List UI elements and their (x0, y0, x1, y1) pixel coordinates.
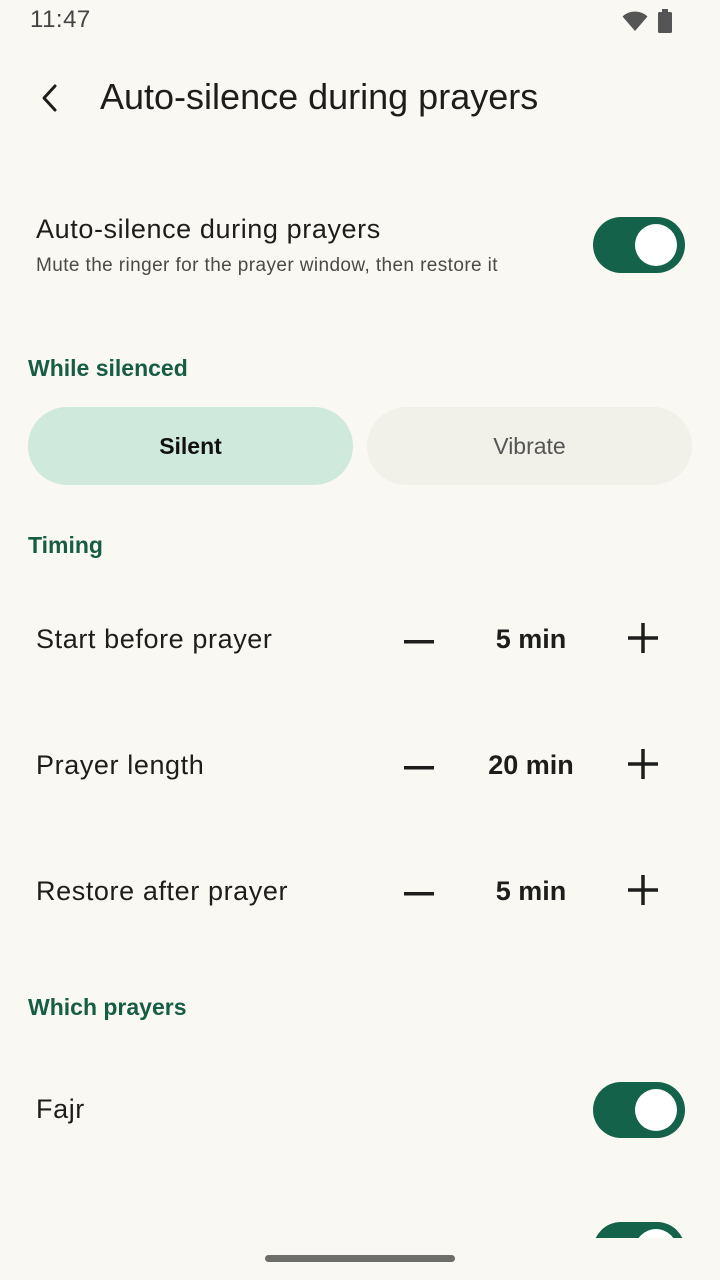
minus-icon (404, 757, 434, 775)
chevron-left-icon (38, 83, 62, 118)
vibrate-option[interactable]: Vibrate (367, 407, 692, 485)
increment-button[interactable] (623, 746, 663, 786)
plus-icon (628, 874, 658, 910)
back-button[interactable] (28, 78, 72, 122)
which-prayers-header: Which prayers (28, 994, 187, 1020)
battery-icon (658, 9, 672, 38)
prayer-switch[interactable] (593, 1222, 685, 1238)
prayer-label: Fajr (36, 1094, 85, 1124)
decrement-button[interactable] (399, 746, 439, 786)
page-title: Auto-silence during prayers (100, 76, 539, 117)
decrement-button[interactable] (399, 872, 439, 912)
timing-row-restore-after: Restore after prayer 5 min (0, 852, 720, 932)
switch-thumb (635, 1229, 677, 1238)
decrement-button[interactable] (399, 620, 439, 660)
scroll-clip (0, 1190, 720, 1238)
timing-row-prayer-length: Prayer length 20 min (0, 726, 720, 806)
vibrate-option-label: Vibrate (493, 432, 566, 459)
plus-icon (628, 748, 658, 784)
auto-silence-subtitle: Mute the ringer for the prayer window, t… (36, 255, 498, 276)
auto-silence-row[interactable]: Auto-silence during prayers Mute the rin… (0, 200, 720, 290)
timing-label: Start before prayer (36, 624, 273, 654)
plus-icon (628, 622, 658, 658)
status-icons (622, 9, 672, 38)
prayer-switch[interactable] (593, 1082, 685, 1138)
increment-button[interactable] (623, 872, 663, 912)
prayer-row-fajr[interactable]: Fajr (0, 1070, 720, 1150)
status-time: 11:47 (30, 6, 91, 33)
switch-thumb (635, 1089, 677, 1131)
timing-label: Restore after prayer (36, 876, 289, 906)
gesture-nav-handle[interactable] (265, 1255, 455, 1262)
timing-value: 5 min (495, 624, 567, 654)
timing-label: Prayer length (36, 750, 205, 780)
wifi-icon (622, 10, 648, 37)
timing-value: 5 min (495, 876, 567, 906)
timing-value: 20 min (488, 750, 574, 780)
while-silenced-header: While silenced (28, 355, 188, 381)
minus-icon (404, 631, 434, 649)
increment-button[interactable] (623, 620, 663, 660)
timing-row-start-before: Start before prayer 5 min (0, 600, 720, 680)
silent-option-label: Silent (159, 432, 222, 459)
silent-option[interactable]: Silent (28, 407, 353, 485)
minus-icon (404, 883, 434, 901)
switch-thumb (635, 224, 677, 266)
app-bar: Auto-silence during prayers (0, 60, 720, 140)
auto-silence-title: Auto-silence during prayers (36, 214, 381, 244)
status-bar: 11:47 (0, 0, 720, 44)
auto-silence-switch[interactable] (593, 217, 685, 273)
timing-header: Timing (28, 532, 103, 558)
